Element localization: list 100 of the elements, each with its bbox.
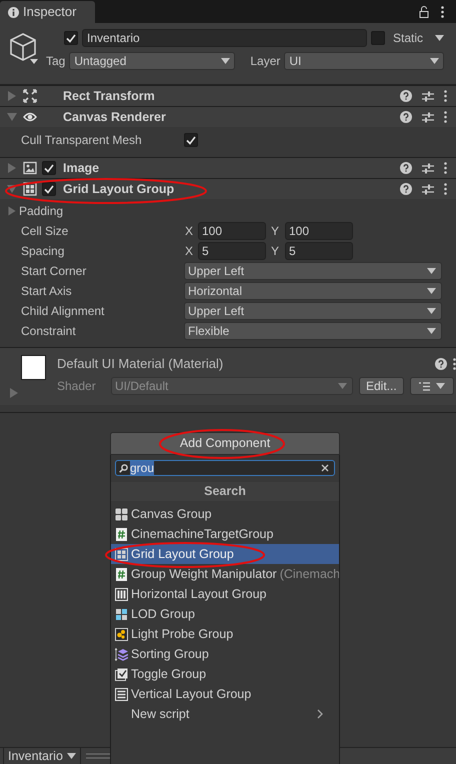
layer-dropdown[interactable]: UI: [284, 52, 444, 70]
more-options-icon[interactable]: [441, 6, 444, 18]
list-icon: [115, 688, 128, 700]
static-label: Static: [392, 30, 424, 47]
number-field[interactable]: 5: [198, 242, 266, 260]
object-dropdown[interactable]: Inventario: [3, 748, 81, 764]
help-icon[interactable]: [400, 162, 412, 174]
grid-icon: [115, 548, 128, 560]
list-icon: [418, 382, 430, 390]
layers-icon: [115, 648, 128, 660]
rect-transform-icon: [23, 89, 37, 103]
number-field[interactable]: 5: [285, 242, 353, 260]
menu-item[interactable]: LOD Group: [111, 604, 339, 624]
checkbox[interactable]: [64, 31, 78, 45]
component-header[interactable]: Image: [0, 157, 456, 178]
item-detail: (Cinemach: [280, 566, 339, 583]
search-field[interactable]: grou: [115, 460, 335, 476]
caret-icon: [427, 308, 436, 314]
material-swatch: [21, 355, 46, 380]
menu-item[interactable]: Canvas Group: [111, 504, 339, 524]
menu-item[interactable]: New script: [111, 704, 339, 724]
presets-icon[interactable]: [422, 112, 434, 122]
material-name: Default UI Material (Material): [57, 355, 224, 374]
checkbox[interactable]: [42, 161, 56, 175]
axis-label: X: [185, 223, 194, 240]
component-header[interactable]: Grid Layout Group: [0, 178, 456, 199]
script-icon: [115, 568, 128, 580]
menu-item[interactable]: Grid Layout Group: [111, 544, 339, 564]
caret-icon: [435, 35, 444, 41]
shader-label: Shader: [57, 378, 97, 395]
caret-icon: [436, 383, 445, 389]
more-options-icon[interactable]: [444, 162, 447, 174]
axis-label: Y: [271, 223, 280, 240]
padding-label: Padding: [19, 203, 64, 220]
name-field[interactable]: Inventario: [82, 29, 367, 47]
edit-button[interactable]: Edit...: [359, 377, 404, 395]
layer-label: Layer: [250, 53, 280, 70]
caret-icon: [427, 328, 436, 334]
axis-label: X: [185, 243, 194, 260]
menu-item[interactable]: Toggle Group: [111, 664, 339, 684]
help-icon[interactable]: [400, 183, 412, 195]
caret-icon: [427, 288, 436, 294]
checkbox[interactable]: [42, 182, 56, 196]
property-label: Start Corner: [20, 263, 88, 280]
presets-icon[interactable]: [422, 184, 434, 194]
more-options-icon[interactable]: [444, 90, 447, 102]
property-label: Start Axis: [20, 283, 73, 300]
menu-item[interactable]: CinemachineTargetGroup: [111, 524, 339, 544]
menu-item[interactable]: Horizontal Layout Group: [111, 584, 339, 604]
caret-icon: [66, 753, 76, 759]
search-icon: [119, 464, 128, 472]
chevron-right-icon: [317, 709, 323, 719]
caret-icon: [430, 58, 439, 64]
property-label: Constraint: [20, 323, 77, 340]
component-header[interactable]: Rect Transform: [0, 85, 456, 106]
component-header[interactable]: Canvas Renderer: [0, 106, 456, 127]
help-icon[interactable]: [400, 111, 412, 123]
eye-icon: [23, 110, 37, 124]
columns-icon: [115, 588, 128, 600]
help-icon[interactable]: [400, 90, 412, 102]
checkbox[interactable]: [370, 31, 385, 45]
tag-label: Tag: [46, 53, 66, 70]
property-dropdown[interactable]: Horizontal: [184, 282, 442, 300]
property-dropdown[interactable]: Upper Left: [184, 302, 442, 320]
probe-icon: [115, 628, 128, 640]
property-dropdown[interactable]: Flexible: [184, 322, 442, 340]
add-component-button[interactable]: Add Component: [110, 432, 340, 455]
property-dropdown[interactable]: Upper Left: [184, 262, 442, 280]
property-label: Cull Transparent Mesh: [20, 132, 143, 149]
caret-icon: [338, 383, 347, 389]
menu-item[interactable]: Light Probe Group: [111, 624, 339, 644]
menu-item[interactable]: Vertical Layout Group: [111, 684, 339, 704]
inspector-tab[interactable]: Inspector: [0, 1, 95, 23]
presets-icon[interactable]: [422, 90, 434, 102]
script-icon: [115, 528, 128, 540]
lock-icon[interactable]: [419, 6, 429, 18]
clear-icon[interactable]: [321, 464, 329, 472]
menu-item[interactable]: Group Weight Manipulator (Cinemach: [111, 564, 339, 584]
image-icon: [23, 161, 37, 175]
more-options-icon[interactable]: [444, 183, 447, 195]
checkbox[interactable]: [184, 133, 198, 147]
axis-label: Y: [271, 243, 280, 260]
property-label: Cell Size: [20, 223, 70, 240]
list-options-button[interactable]: [410, 377, 454, 395]
number-field[interactable]: 100: [285, 222, 353, 240]
grid-icon: [23, 182, 37, 196]
property-label: Child Alignment: [20, 303, 106, 320]
more-options-icon[interactable]: [444, 111, 447, 123]
blocks-icon: [115, 608, 128, 620]
search-header: Search: [111, 482, 339, 501]
grid-icon: [115, 508, 128, 520]
caret-icon: [427, 268, 436, 274]
presets-icon[interactable]: [422, 162, 434, 174]
property-label: Spacing: [20, 243, 66, 260]
menu-item[interactable]: Sorting Group: [111, 644, 339, 664]
more-options-icon[interactable]: [452, 358, 456, 370]
number-field[interactable]: 100: [198, 222, 266, 240]
help-icon[interactable]: [434, 358, 447, 370]
tag-dropdown[interactable]: Untagged: [69, 52, 236, 70]
checkbox-icon: [115, 668, 128, 680]
